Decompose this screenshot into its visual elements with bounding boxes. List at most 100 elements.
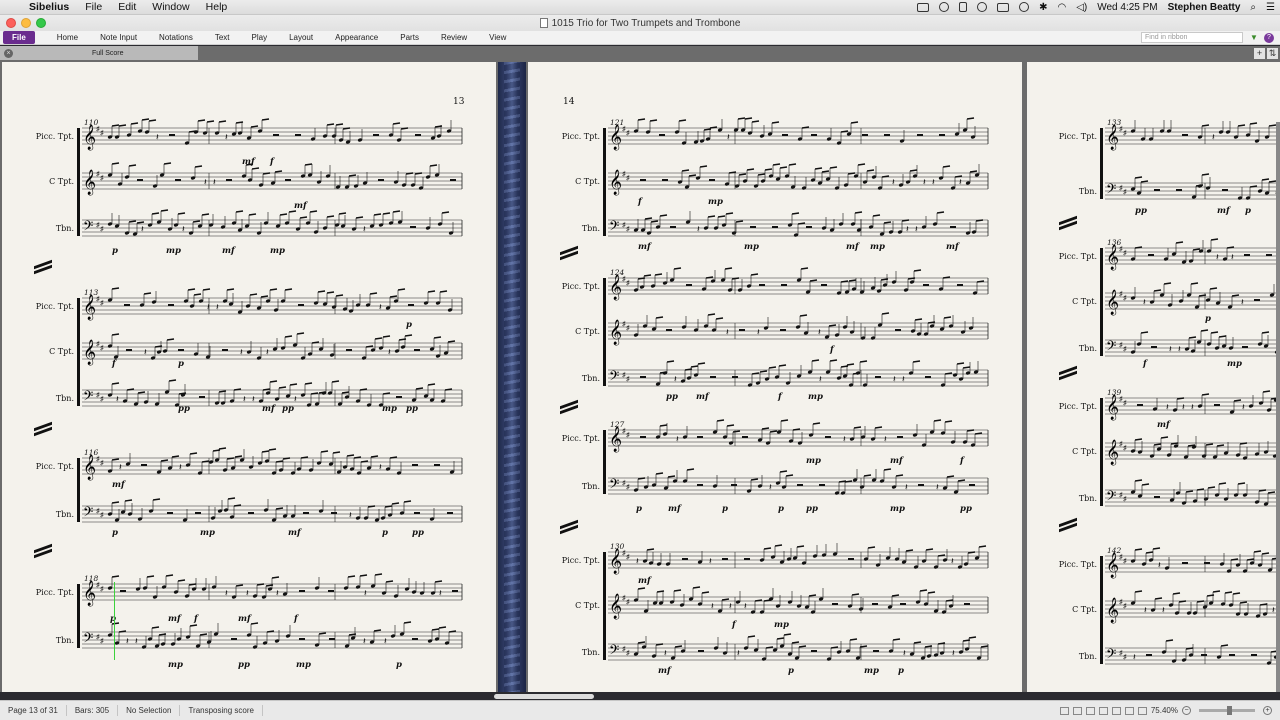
dynamic-marking[interactable]: f xyxy=(294,614,298,624)
tab-parts[interactable]: Parts xyxy=(388,31,429,45)
dynamic-marking[interactable]: mp xyxy=(200,528,215,538)
dynamic-marking[interactable]: pp xyxy=(412,528,424,538)
dynamic-marking[interactable]: mp xyxy=(270,246,285,256)
new-tab-icon[interactable]: + xyxy=(1254,47,1265,59)
time-machine-icon[interactable] xyxy=(1014,2,1034,12)
dynamic-marking[interactable]: f xyxy=(830,345,834,355)
picc-staff[interactable]: 𝄞 ♯♯ 𝄽 xyxy=(598,116,998,156)
dynamic-marking[interactable]: pp xyxy=(178,404,190,414)
find-in-ribbon-input[interactable]: Find in ribbon xyxy=(1141,32,1243,43)
ctpt-staff[interactable]: 𝄞 ♯♯ 𝄽 𝄽 𝄽 xyxy=(598,311,998,351)
dynamic-marking[interactable]: mf xyxy=(168,614,181,624)
dynamic-marking[interactable]: pp xyxy=(666,392,678,402)
dynamic-marking[interactable]: mp xyxy=(1227,359,1242,369)
dynamic-marking[interactable]: pp xyxy=(406,404,418,414)
dynamic-marking[interactable]: f xyxy=(638,197,642,207)
picc-staff[interactable]: 𝄞 ♯♯ 𝄽 xyxy=(1095,544,1280,584)
picc-staff[interactable]: 𝄞 ♯♯ 𝄽 xyxy=(1095,116,1280,156)
dynamic-marking[interactable]: mf xyxy=(638,576,651,586)
dynamic-marking[interactable]: p xyxy=(1245,206,1251,216)
picc-staff[interactable]: 𝄞♯♯𝄽𝄽𝄽 xyxy=(72,446,472,486)
dynamic-marking[interactable]: mp xyxy=(166,246,181,256)
zoom-in-button[interactable]: + xyxy=(1263,706,1272,715)
zoom-out-button[interactable]: − xyxy=(1182,706,1191,715)
picc-staff[interactable]: 𝄞 ♯♯ 𝄽 𝄽 𝄽 𝄽 𝄽 xyxy=(72,572,472,612)
dynamic-marking[interactable]: p xyxy=(382,528,388,538)
menu-file[interactable]: File xyxy=(78,1,111,13)
dynamic-marking[interactable]: pp xyxy=(1135,206,1147,216)
notification-center-icon[interactable]: ☰ xyxy=(1261,2,1280,13)
tab-view[interactable]: View xyxy=(477,31,516,45)
tbn-staff[interactable]: 𝄢 ♯♯ 𝄽 𝄽 𝄽 𝄽 xyxy=(72,620,472,660)
zoom-window-button[interactable] xyxy=(36,18,46,28)
dynamic-marking[interactable]: f xyxy=(960,456,964,466)
view-single-page-icon[interactable] xyxy=(1059,706,1069,715)
picc-staff[interactable]: 𝄞 ♯♯ 𝄽 𝄽 𝄽 𝄽 xyxy=(1095,386,1280,426)
menu-user[interactable]: Stephen Beatty xyxy=(1163,2,1246,13)
ctpt-staff[interactable]: 𝄞 ♯♯ 𝄽 𝄽 xyxy=(72,161,472,201)
calculator-icon[interactable] xyxy=(954,2,972,12)
picc-staff[interactable]: 𝄞♯♯𝄽𝄽𝄽 xyxy=(598,418,998,458)
horizontal-scrollbar[interactable] xyxy=(494,694,594,699)
dynamic-marking[interactable]: f xyxy=(194,614,198,624)
picc-staff[interactable]: 𝄞♯♯𝄽𝄽𝄽 xyxy=(72,286,472,326)
vertical-scrollbar[interactable] xyxy=(1276,122,1280,692)
dynamic-marking[interactable]: mp xyxy=(168,660,183,670)
dynamic-marking[interactable]: mf xyxy=(638,242,651,252)
tbn-staff[interactable]: 𝄢 ♯♯ 𝄽 xyxy=(1095,636,1280,676)
tab-review[interactable]: Review xyxy=(429,31,477,45)
dynamic-marking[interactable]: mp xyxy=(708,197,723,207)
menu-edit[interactable]: Edit xyxy=(111,1,145,13)
picc-staff[interactable]: 𝄞 ♯♯ 𝄽 𝄽 xyxy=(72,116,472,156)
dynamic-marking[interactable]: p xyxy=(110,614,116,624)
tab-play[interactable]: Play xyxy=(240,31,278,45)
dynamic-marking[interactable]: mp xyxy=(806,456,821,466)
view-horizontal-icon[interactable] xyxy=(1085,706,1095,715)
dynamic-marking[interactable]: f xyxy=(732,620,736,630)
dynamic-marking[interactable]: p xyxy=(1205,314,1211,324)
dynamic-marking[interactable]: mp xyxy=(296,660,311,670)
dynamic-marking[interactable]: mp xyxy=(382,404,397,414)
dynamic-marking[interactable]: pp xyxy=(238,660,250,670)
tab-layout[interactable]: Layout xyxy=(277,31,323,45)
evernote-icon[interactable] xyxy=(972,2,992,12)
tab-text[interactable]: Text xyxy=(203,31,240,45)
score-view[interactable]: 13 110 Picc. Tpt. 𝄞 ♯ ♯ 𝄽 𝄽 C Tpt. 𝄞 ♯ ♯ 𝄽 𝄽 Tbn. 𝄢 ♯ ♯ 𝄽… xyxy=(0,60,1280,692)
split-view-icon[interactable]: ⇅ xyxy=(1267,47,1278,59)
dynamic-marking[interactable]: p xyxy=(898,666,904,676)
close-tab-icon[interactable]: × xyxy=(4,48,13,58)
ctpt-staff[interactable]: 𝄞 ♯♯ 𝄽 𝄽 𝄽 𝄽 xyxy=(72,331,472,371)
dynamic-marking[interactable]: p xyxy=(112,246,118,256)
playback-line[interactable] xyxy=(114,582,115,660)
zoom-slider[interactable] xyxy=(1199,706,1255,715)
dynamic-marking[interactable]: f xyxy=(1143,359,1147,369)
dynamic-marking[interactable]: mf xyxy=(890,456,903,466)
ctpt-staff[interactable]: 𝄞 ♯♯ 𝄽 𝄽 𝄽 𝄽 xyxy=(598,161,998,201)
dynamic-marking[interactable]: mf xyxy=(238,614,251,624)
dynamic-marking[interactable]: mf xyxy=(262,404,275,414)
dynamic-marking[interactable]: mp xyxy=(744,242,759,252)
volume-icon[interactable]: ◁) xyxy=(1071,2,1092,13)
score-tab[interactable]: × Full Score xyxy=(0,46,198,60)
tbn-staff[interactable]: 𝄢 ♯♯ 𝄽 𝄽 𝄽 𝄽 xyxy=(598,358,998,398)
ctpt-staff[interactable]: 𝄞 ♯♯ 𝄽 𝄽 𝄽 xyxy=(598,585,998,625)
dynamic-marking[interactable]: p xyxy=(178,359,184,369)
minimize-window-button[interactable] xyxy=(21,18,31,28)
dynamic-marking[interactable]: p xyxy=(778,504,784,514)
dynamic-marking[interactable]: p xyxy=(396,660,402,670)
dynamic-marking[interactable]: p xyxy=(406,320,412,330)
dynamic-marking[interactable]: mf xyxy=(294,201,307,211)
tab-note-input[interactable]: Note Input xyxy=(88,31,147,45)
dynamic-marking[interactable]: mp xyxy=(870,242,885,252)
dynamic-marking[interactable]: mf xyxy=(946,242,959,252)
dynamic-marking[interactable]: pp xyxy=(960,504,972,514)
dynamic-marking[interactable]: mf xyxy=(112,480,125,490)
sync-icon[interactable] xyxy=(934,2,954,12)
tbn-staff[interactable]: 𝄢 ♯♯ xyxy=(1095,478,1280,518)
close-window-button[interactable] xyxy=(6,18,16,28)
view-fullscreen-icon[interactable] xyxy=(1137,706,1147,715)
ctpt-staff[interactable]: 𝄞 ♯♯ 𝄽 𝄽 𝄽 xyxy=(1095,589,1280,629)
dynamic-marking[interactable]: mf xyxy=(658,666,671,676)
dynamic-marking[interactable]: mp xyxy=(890,504,905,514)
ctpt-staff[interactable]: 𝄞 ♯♯ 𝄽 𝄽 xyxy=(1095,281,1280,321)
